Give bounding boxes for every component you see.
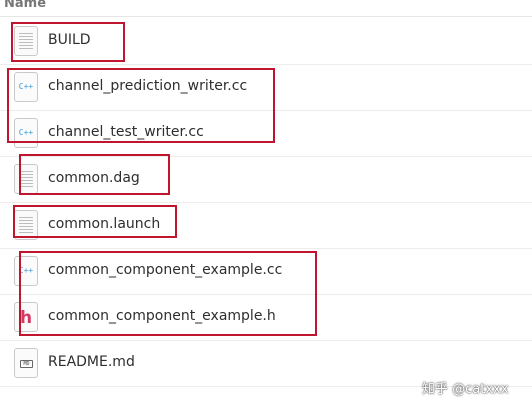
file-row-channel-test-writer[interactable]: C++ channel_test_writer.cc: [0, 110, 532, 157]
list-header: Name: [0, 0, 532, 17]
text-file-icon: [14, 26, 38, 56]
file-name: README.md: [48, 354, 135, 370]
file-row-common-dag[interactable]: common.dag: [0, 156, 532, 203]
file-row-common-launch[interactable]: common.launch: [0, 202, 532, 249]
cpp-file-icon: C++: [14, 256, 38, 286]
file-browser: Name BUILD C++ channel_prediction_writer…: [0, 0, 532, 411]
file-row-build[interactable]: BUILD: [0, 18, 532, 65]
file-row-channel-prediction-writer[interactable]: C++ channel_prediction_writer.cc: [0, 64, 532, 111]
file-name: channel_test_writer.cc: [48, 124, 204, 140]
cpp-file-icon: C++: [14, 72, 38, 102]
file-row-common-component-example-cc[interactable]: C++ common_component_example.cc: [0, 248, 532, 295]
file-name: common.launch: [48, 216, 161, 232]
file-row-common-component-example-h[interactable]: h common_component_example.h: [0, 294, 532, 341]
text-file-icon: [14, 210, 38, 240]
text-file-icon: [14, 164, 38, 194]
file-name: common_component_example.cc: [48, 262, 283, 278]
name-column-header[interactable]: Name: [4, 0, 46, 11]
file-name: common_component_example.h: [48, 308, 276, 324]
watermark: 知乎 @catxxx: [422, 382, 509, 397]
file-name: channel_prediction_writer.cc: [48, 78, 248, 94]
cpp-file-icon: C++: [14, 118, 38, 148]
header-file-icon: h: [14, 302, 38, 332]
markdown-file-icon: MD: [14, 348, 38, 378]
file-name: common.dag: [48, 170, 140, 186]
file-name: BUILD: [48, 32, 91, 48]
